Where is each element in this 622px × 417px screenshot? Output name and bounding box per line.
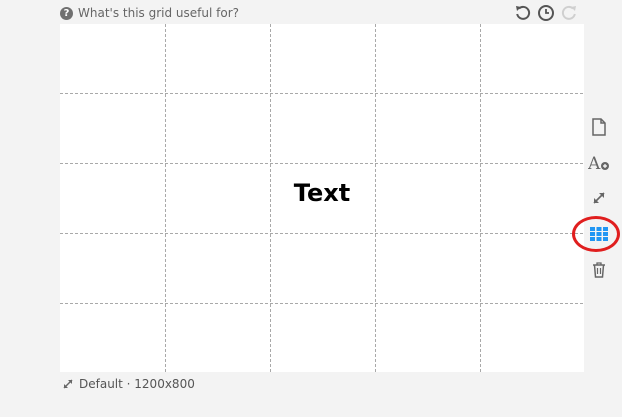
trash-icon[interactable] bbox=[588, 259, 610, 281]
grid-help-link[interactable]: ? What's this grid useful for? bbox=[60, 6, 239, 20]
svg-text:A: A bbox=[588, 154, 601, 172]
resize-icon[interactable] bbox=[62, 378, 74, 390]
grid-icon[interactable] bbox=[588, 223, 610, 245]
resize-icon[interactable] bbox=[588, 187, 610, 209]
canvas-size-label[interactable]: Default · 1200x800 bbox=[79, 377, 195, 391]
top-toolbar bbox=[513, 3, 579, 23]
canvas-text-element[interactable]: Text bbox=[60, 179, 584, 207]
canvas-size-footer: Default · 1200x800 bbox=[62, 377, 195, 391]
undo-icon[interactable] bbox=[513, 3, 533, 23]
design-canvas[interactable]: Text bbox=[60, 24, 584, 372]
question-circle-icon: ? bbox=[60, 6, 73, 20]
history-clock-icon[interactable] bbox=[536, 3, 556, 23]
redo-icon[interactable] bbox=[559, 3, 579, 23]
new-page-icon[interactable] bbox=[588, 116, 610, 138]
grid-help-label: What's this grid useful for? bbox=[78, 6, 240, 20]
add-text-icon[interactable]: A bbox=[588, 152, 610, 174]
